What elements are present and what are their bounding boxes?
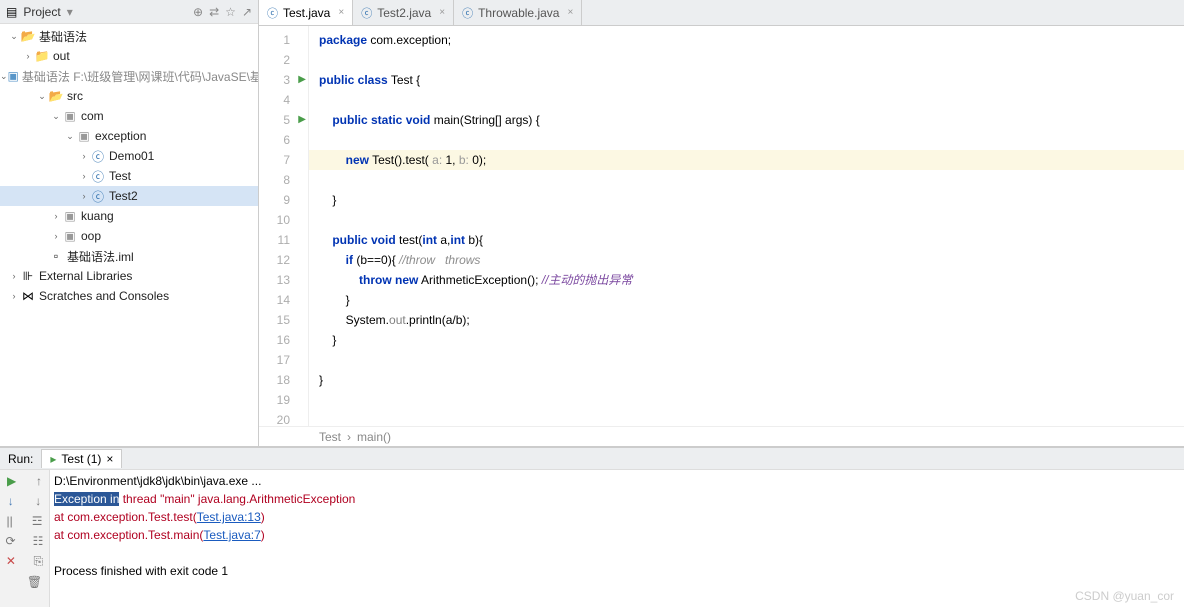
tab-label: Throwable.java: [478, 6, 559, 20]
java-file-icon: ⓒ: [361, 5, 372, 21]
run-tool-icon[interactable]: ⎘: [34, 554, 44, 569]
tab-label: Test2.java: [377, 6, 431, 20]
run-tool-icon[interactable]: ✕: [6, 554, 16, 569]
project-icon: ▤: [6, 5, 17, 19]
close-icon[interactable]: ×: [106, 452, 113, 466]
toolbar-icon[interactable]: ⊕: [193, 5, 203, 19]
run-label: Run:: [8, 452, 33, 466]
run-tool-icon[interactable]: ↓: [8, 494, 14, 508]
tree-node[interactable]: ⌄📂基础语法: [0, 26, 258, 46]
console-output[interactable]: D:\Environment\jdk8\jdk\bin\java.exe ...…: [50, 470, 1184, 607]
close-icon[interactable]: ×: [567, 7, 573, 18]
breadcrumb-item[interactable]: main(): [357, 430, 391, 444]
tree-node[interactable]: ›⋈Scratches and Consoles: [0, 286, 258, 306]
run-tool-icon[interactable]: ☲: [32, 514, 43, 528]
run-tab-icon: ▸: [50, 452, 56, 466]
java-file-icon: ⓒ: [267, 5, 278, 21]
tree-node[interactable]: ⌄▣com: [0, 106, 258, 126]
tree-node[interactable]: ›Demo01: [0, 146, 258, 166]
editor-tab[interactable]: ⓒ Throwable.java ×: [454, 0, 582, 25]
run-panel: Run: ▸ Test (1) × ▶ ↑ ↓ ↓ || ☲ ⟳ ☷ ✕ ⎘ 🗑 D:\Enviro…: [0, 447, 1184, 607]
tree-node[interactable]: ›Test2: [0, 186, 258, 206]
breadcrumb-item[interactable]: Test: [319, 430, 341, 444]
tree-node[interactable]: ›Test: [0, 166, 258, 186]
toolbar-icon[interactable]: ☆: [225, 5, 236, 19]
editor-tab[interactable]: ⓒ Test2.java ×: [353, 0, 454, 25]
code-lines[interactable]: package com.exception;public class Test …: [309, 26, 1184, 426]
tree-node[interactable]: ⌄▣exception: [0, 126, 258, 146]
run-header: Run: ▸ Test (1) ×: [0, 448, 1184, 470]
tab-label: Test.java: [283, 6, 330, 20]
tree-node[interactable]: ›▣oop: [0, 226, 258, 246]
watermark: CSDN @yuan_cor: [1075, 589, 1174, 603]
project-title: Project: [23, 5, 60, 19]
toolbar-icon[interactable]: ↗: [242, 5, 252, 19]
run-tab-label: Test (1): [61, 452, 101, 466]
project-sidebar: ▤ Project ▾ ⊕⇄☆↗ ⌄📂基础语法›📁out⌄▣基础语法 F:\班级…: [0, 0, 259, 446]
run-tool-icon[interactable]: ▶: [7, 474, 16, 488]
tree-node[interactable]: ›📁out: [0, 46, 258, 66]
gutter: 1234567891011121314151617181920: [259, 26, 309, 426]
breadcrumb[interactable]: Test › main(): [259, 426, 1184, 446]
tree-node[interactable]: ⌄📂src: [0, 86, 258, 106]
run-tool-icon[interactable]: ⟳: [6, 534, 16, 548]
project-tree[interactable]: ⌄📂基础语法›📁out⌄▣基础语法 F:\班级管理\网课班\代码\JavaSE\…: [0, 24, 258, 446]
tree-node[interactable]: ⌄▣基础语法 F:\班级管理\网课班\代码\JavaSE\基: [0, 66, 258, 86]
java-file-icon: ⓒ: [462, 5, 473, 21]
run-tool-icon[interactable]: ↑: [36, 474, 42, 488]
editor-pane: ⓒTest.java×ⓒTest2.java×ⓒThrowable.java× …: [259, 0, 1184, 446]
project-header: ▤ Project ▾ ⊕⇄☆↗: [0, 0, 258, 24]
tree-node[interactable]: ▫基础语法.iml: [0, 246, 258, 266]
toolbar-icon[interactable]: ⇄: [209, 5, 219, 19]
close-icon[interactable]: ×: [338, 7, 344, 18]
run-tool-icon[interactable]: 🗑: [27, 575, 42, 589]
run-tab[interactable]: ▸ Test (1) ×: [41, 449, 122, 468]
run-tool-icon[interactable]: ↓: [35, 494, 41, 508]
project-toolbar[interactable]: ⊕ ⇄ ☆ ↗: [193, 5, 252, 19]
run-tool-icon[interactable]: ||: [7, 514, 13, 528]
tree-node[interactable]: ›⊪External Libraries: [0, 266, 258, 286]
code-area[interactable]: 1234567891011121314151617181920 package …: [259, 26, 1184, 426]
editor-tab[interactable]: ⓒ Test.java ×: [259, 0, 353, 25]
close-icon[interactable]: ×: [439, 7, 445, 18]
run-tools[interactable]: ▶ ↑ ↓ ↓ || ☲ ⟳ ☷ ✕ ⎘ 🗑: [0, 470, 50, 607]
tree-node[interactable]: ›▣kuang: [0, 206, 258, 226]
editor-tabs[interactable]: ⓒ Test.java × ⓒ Test2.java × ⓒ Throwable.java ×: [259, 0, 1184, 26]
run-tool-icon[interactable]: ☷: [33, 534, 44, 548]
